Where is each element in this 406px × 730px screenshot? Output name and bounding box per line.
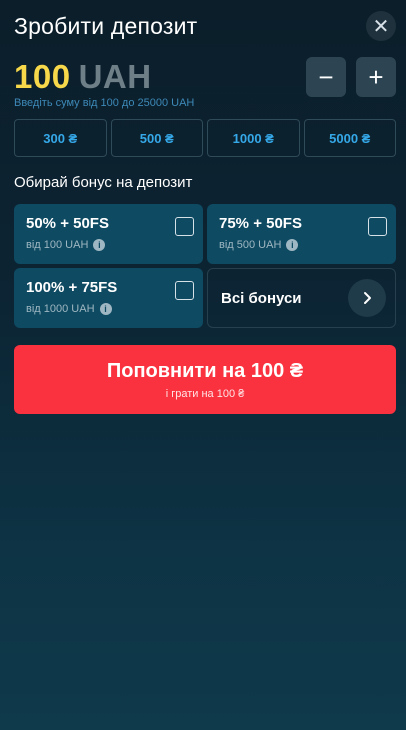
close-button[interactable]: ✕ — [366, 11, 396, 41]
bonus-min-deposit: від 100 UAH i — [26, 239, 191, 251]
all-bonuses-label: Всі бонуси — [221, 289, 302, 307]
bonus-checkbox[interactable] — [175, 281, 194, 300]
preset-1000-button[interactable]: 1000 ₴ — [207, 119, 300, 157]
info-icon[interactable]: i — [99, 303, 112, 315]
bonus-checkbox[interactable] — [175, 217, 194, 236]
amount-stepper: − + — [306, 57, 396, 97]
bonus-section-title: Обирай бонус на депозит — [14, 174, 193, 191]
bonus-min-deposit: від 500 UAH i — [219, 239, 384, 251]
preset-300-button[interactable]: 300 ₴ — [14, 119, 107, 157]
page-title: Зробити депозит — [14, 12, 198, 39]
bonus-grid: 50% + 50FS від 100 UAH i 75% + 50FS від … — [14, 204, 396, 328]
bonus-min-text: від 500 UAH — [219, 239, 282, 251]
bonus-card-100[interactable]: 100% + 75FS від 1000 UAH i — [14, 268, 203, 328]
close-icon: ✕ — [372, 15, 390, 38]
bonus-card-50[interactable]: 50% + 50FS від 100 UAH i — [14, 204, 203, 264]
decrease-button[interactable]: − — [306, 57, 346, 97]
amount-value: 100 — [14, 58, 71, 95]
preset-amounts: 300 ₴ 500 ₴ 1000 ₴ 5000 ₴ — [14, 119, 396, 157]
bonus-card-75[interactable]: 75% + 50FS від 500 UAH i — [207, 204, 396, 264]
bonus-min-text: від 1000 UAH — [26, 303, 95, 315]
amount-display[interactable]: 100 UAH — [14, 58, 152, 96]
chevron-right-icon[interactable] — [348, 279, 386, 317]
deposit-button-label: Поповнити на 100 ₴ — [106, 359, 304, 382]
amount-hint: Введіть суму від 100 до 25000 UAH — [14, 97, 195, 109]
preset-5000-button[interactable]: 5000 ₴ — [303, 119, 396, 157]
bonus-min-text: від 100 UAH — [26, 239, 89, 251]
bonus-name: 100% + 75FS — [26, 279, 118, 296]
amount-currency: UAH — [78, 58, 152, 95]
bonus-name: 50% + 50FS — [26, 215, 109, 232]
preset-500-button[interactable]: 500 ₴ — [110, 119, 203, 157]
deposit-button-sublabel: і грати на 100 ₴ — [165, 387, 245, 400]
all-bonuses-button[interactable]: Всі бонуси — [207, 268, 396, 328]
info-icon[interactable]: i — [286, 239, 299, 251]
info-icon[interactable]: i — [93, 239, 106, 251]
bonus-name: 75% + 50FS — [219, 215, 302, 232]
modal-header: Зробити депозит ✕ — [14, 8, 396, 44]
bonus-checkbox[interactable] — [368, 217, 387, 236]
amount-row: 100 UAH − + — [14, 56, 396, 98]
plus-icon: + — [368, 61, 384, 92]
deposit-button[interactable]: Поповнити на 100 ₴ і грати на 100 ₴ — [14, 345, 396, 414]
minus-icon: − — [318, 61, 334, 92]
bonus-min-deposit: від 1000 UAH i — [26, 303, 191, 315]
increase-button[interactable]: + — [356, 57, 396, 97]
